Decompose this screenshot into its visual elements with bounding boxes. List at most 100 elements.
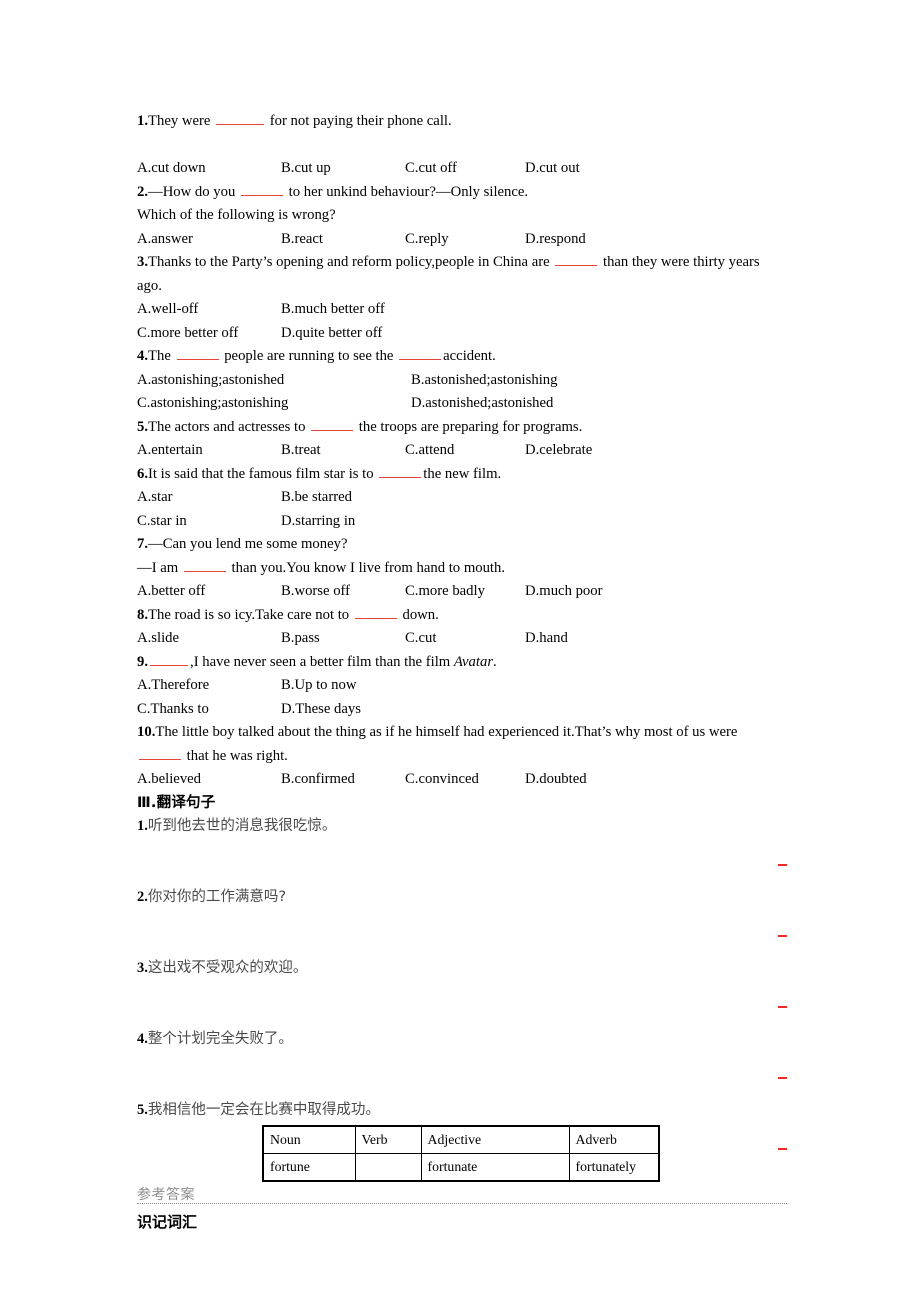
translation-answer-line-4[interactable] — [137, 1051, 787, 1099]
question-9-number: 9. — [137, 653, 149, 670]
question-5-stem-before: The actors and actresses to — [148, 418, 306, 435]
question-2-option-d[interactable]: D.respond — [525, 228, 586, 252]
translation-5-number: 5. — [137, 1101, 148, 1118]
translation-heading-title: 翻译句子 — [156, 794, 216, 811]
translation-2-number: 2. — [137, 888, 148, 905]
question-7-option-b[interactable]: B.worse off — [281, 580, 350, 604]
question-10-option-d[interactable]: D.doubted — [525, 768, 587, 792]
question-4-blank-1[interactable] — [176, 345, 219, 360]
translation-2-text: 你对你的工作满意吗? — [147, 888, 287, 905]
question-1-option-c[interactable]: C.cut off — [405, 157, 457, 181]
question-8-blank[interactable] — [354, 604, 397, 619]
question-6-stem: 6.It is said that the famous film star i… — [137, 463, 787, 487]
question-3-option-b[interactable]: B.much better off — [281, 298, 385, 322]
question-9-option-b[interactable]: B.Up to now — [281, 674, 356, 698]
question-2-options: A.answer B.react C.reply D.respond — [137, 228, 787, 252]
question-10-stem-before: The little boy talked about the thing as… — [155, 724, 738, 740]
question-3-option-c[interactable]: C.more better off — [137, 322, 238, 346]
question-2-extra-line: Which of the following is wrong? — [137, 207, 336, 223]
translation-4-number: 4. — [137, 1030, 148, 1047]
question-1-option-d[interactable]: D.cut out — [525, 157, 580, 181]
table-cell-noun: fortune — [262, 1153, 356, 1182]
word-form-table-wrapper: Noun Verb Adjective Adverb fortune fortu… — [262, 1125, 660, 1182]
question-6-option-d[interactable]: D.starring in — [281, 510, 355, 534]
question-4-stem-mid: people are running to see the — [224, 348, 394, 364]
translation-sentence-1: 1.听到他去世的消息我很吃惊。 — [137, 815, 787, 838]
question-8-option-b[interactable]: B.pass — [281, 627, 320, 651]
question-10-number: 10. — [137, 724, 156, 740]
question-8-stem-before: The road is so icy.Take care not to — [148, 606, 350, 623]
question-9-option-a[interactable]: A.Therefore — [137, 674, 209, 698]
question-5-option-b[interactable]: B.treat — [281, 439, 321, 463]
question-2-option-a[interactable]: A.answer — [137, 228, 193, 252]
question-9-blank[interactable] — [150, 651, 189, 666]
answer-key-subheading: 识记词汇 — [137, 1212, 198, 1231]
question-2-option-b[interactable]: B.react — [281, 228, 323, 252]
question-9-option-c[interactable]: C.Thanks to — [137, 698, 209, 722]
question-5-option-a[interactable]: A.entertain — [137, 439, 203, 463]
question-4-blank-2[interactable] — [399, 345, 442, 360]
question-5-option-c[interactable]: C.attend — [405, 439, 454, 463]
translation-answer-line-1[interactable] — [137, 838, 787, 886]
question-10-option-b[interactable]: B.confirmed — [281, 768, 355, 792]
question-3-option-a[interactable]: A.well-off — [137, 298, 198, 322]
question-5-stem-after: the troops are preparing for programs. — [358, 418, 583, 435]
answer-line-dash-icon — [778, 1005, 787, 1008]
question-8-option-a[interactable]: A.slide — [137, 627, 179, 651]
question-1-number: 1. — [137, 113, 149, 129]
question-6-stem-after: the new film. — [423, 465, 502, 482]
question-6-option-c[interactable]: C.star in — [137, 510, 187, 534]
question-4-option-a[interactable]: A.astonishing;astonished — [137, 369, 284, 393]
translation-1-text: 听到他去世的消息我很吃惊。 — [147, 817, 337, 834]
question-8-option-d[interactable]: D.hand — [525, 627, 568, 651]
question-2-option-c[interactable]: C.reply — [405, 228, 449, 252]
translation-answer-line-3[interactable] — [137, 980, 787, 1028]
question-10-blank[interactable] — [139, 745, 181, 760]
question-1-option-b[interactable]: B.cut up — [281, 157, 331, 181]
question-2-stem-before: —How do you — [148, 183, 236, 200]
table-header-adjective: Adjective — [420, 1125, 570, 1154]
question-10-option-a[interactable]: A.believed — [137, 768, 201, 792]
question-7-dialogue-before: —I am — [137, 559, 179, 576]
question-9-options-row2: C.Thanks to D.These days — [137, 698, 787, 722]
question-6-option-b[interactable]: B.be starred — [281, 486, 352, 510]
question-7-blank[interactable] — [183, 557, 226, 572]
question-5-stem: 5.The actors and actresses to the troops… — [137, 416, 787, 440]
question-2-stem: 2.—How do you to her unkind behaviour?—O… — [137, 181, 787, 205]
question-4-options-row1: A.astonishing;astonished B.astonished;as… — [137, 369, 787, 393]
question-1-option-a[interactable]: A.cut down — [137, 157, 206, 181]
question-2-blank[interactable] — [241, 181, 283, 196]
question-7-option-c[interactable]: C.more badly — [405, 580, 485, 604]
question-5-option-d[interactable]: D.celebrate — [525, 439, 592, 463]
answer-key-divider: 参考答案 — [137, 1184, 787, 1210]
question-7-option-d[interactable]: D.much poor — [525, 580, 603, 604]
table-header-adverb: Adverb — [568, 1125, 660, 1154]
question-6-option-a[interactable]: A.star — [137, 486, 173, 510]
question-6-stem-before: It is said that the famous film star is … — [148, 465, 374, 482]
question-2-number: 2. — [137, 183, 149, 200]
question-7-option-a[interactable]: A.better off — [137, 580, 205, 604]
question-9-film-title: Avatar — [453, 653, 494, 670]
table-header-row: Noun Verb Adjective Adverb — [262, 1125, 660, 1154]
question-1-stem-before: They were — [148, 113, 211, 129]
question-3-option-d[interactable]: D.quite better off — [281, 322, 382, 346]
question-9-option-d[interactable]: D.These days — [281, 698, 361, 722]
question-4-option-d[interactable]: D.astonished;astonished — [411, 392, 553, 416]
question-9-stem-tail: . — [493, 653, 497, 670]
question-6-blank[interactable] — [379, 463, 422, 478]
question-8-number: 8. — [137, 606, 149, 623]
translation-answer-line-2[interactable] — [137, 909, 787, 957]
question-5-options: A.entertain B.treat C.attend D.celebrate — [137, 439, 787, 463]
translation-heading-numeral: Ⅲ — [137, 794, 151, 811]
question-4-number: 4. — [137, 348, 149, 364]
question-5-blank[interactable] — [311, 416, 354, 431]
question-8-option-c[interactable]: C.cut — [405, 627, 436, 651]
question-4-stem-before: The — [148, 348, 171, 364]
question-4-options-row2: C.astonishing;astonishing D.astonished;a… — [137, 392, 787, 416]
question-4-option-b[interactable]: B.astonished;astonishing — [411, 369, 557, 393]
question-3-blank[interactable] — [555, 251, 598, 266]
question-10-option-c[interactable]: C.convinced — [405, 768, 479, 792]
question-4-option-c[interactable]: C.astonishing;astonishing — [137, 392, 288, 416]
translation-sentence-2: 2.你对你的工作满意吗? — [137, 886, 787, 909]
question-1-blank[interactable] — [216, 110, 265, 125]
